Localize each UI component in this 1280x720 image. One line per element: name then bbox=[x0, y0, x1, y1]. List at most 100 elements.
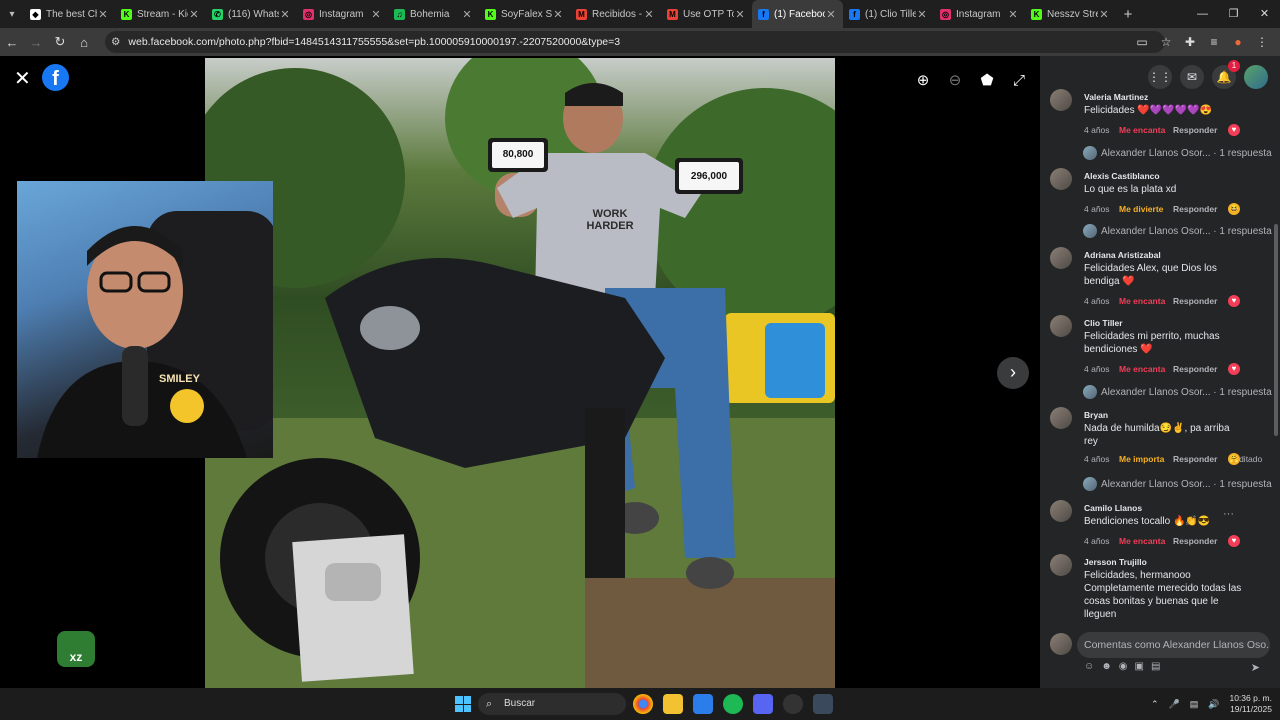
comment-more-icon[interactable]: ··· bbox=[1223, 508, 1234, 520]
site-info-icon[interactable]: ⚙ bbox=[111, 36, 120, 48]
comment-avatar[interactable] bbox=[1050, 247, 1072, 269]
spotify-icon[interactable] bbox=[723, 694, 743, 714]
comment-author[interactable]: Adriana Aristizabal bbox=[1084, 250, 1244, 260]
comment-age[interactable]: 4 años bbox=[1084, 204, 1119, 214]
reply-link[interactable]: Responder bbox=[1173, 536, 1217, 546]
browser-tab[interactable]: ◎ Instagram ✕ bbox=[934, 0, 1025, 28]
bookmark-star-icon[interactable]: ☆ bbox=[1154, 35, 1178, 49]
reaction-link[interactable]: Me encanta bbox=[1119, 536, 1173, 546]
close-window-icon[interactable]: ✕ bbox=[1249, 0, 1280, 28]
reply-link[interactable]: Responder bbox=[1173, 364, 1217, 374]
reply-link[interactable]: Responder bbox=[1173, 296, 1217, 306]
reply-link[interactable]: Responder bbox=[1173, 125, 1217, 135]
network-icon[interactable]: ▤ bbox=[1190, 699, 1199, 710]
reply-link[interactable]: Responder bbox=[1173, 204, 1217, 214]
comment-age[interactable]: 4 años bbox=[1084, 454, 1119, 464]
facebook-logo[interactable]: f bbox=[42, 64, 69, 91]
comment-avatar[interactable] bbox=[1050, 554, 1072, 576]
tab-close-icon[interactable]: ✕ bbox=[370, 8, 382, 21]
comment-age[interactable]: 4 años bbox=[1084, 536, 1119, 546]
comment-author[interactable]: Bryan bbox=[1084, 410, 1244, 420]
browser-tab[interactable]: M Use OTP To...✕ bbox=[661, 0, 752, 28]
tab-close-icon[interactable]: ✕ bbox=[188, 8, 200, 21]
comment-author[interactable]: Alexis Castiblanco bbox=[1084, 171, 1204, 181]
comment-author[interactable]: Clio Tiller bbox=[1084, 318, 1249, 328]
comment-avatar[interactable] bbox=[1050, 89, 1072, 111]
tab-close-icon[interactable]: ✕ bbox=[643, 8, 655, 21]
tag-icon[interactable]: ⬟ bbox=[976, 70, 998, 92]
discord-icon[interactable] bbox=[753, 694, 773, 714]
sticker-icon[interactable]: ▤ bbox=[1151, 661, 1160, 672]
profile-avatar-icon[interactable]: ● bbox=[1226, 35, 1250, 49]
notifications-icon[interactable]: 🔔 1 bbox=[1212, 60, 1240, 89]
account-avatar[interactable] bbox=[1244, 65, 1268, 89]
tab-search-icon[interactable]: ▾ bbox=[0, 0, 24, 28]
tab-close-icon[interactable]: ✕ bbox=[916, 8, 928, 21]
comment-author[interactable]: Jersson Trujillo bbox=[1084, 557, 1249, 567]
menu-grid-icon[interactable]: ⋮⋮ bbox=[1148, 65, 1172, 89]
reply-link[interactable]: Responder bbox=[1173, 454, 1217, 464]
fullscreen-icon[interactable]: ⤢ bbox=[1008, 70, 1030, 92]
taskbar-search[interactable]: ⌕ Buscar bbox=[478, 693, 626, 715]
tray-overflow-icon[interactable]: ⌃ bbox=[1151, 699, 1159, 710]
tab-close-icon[interactable]: ✕ bbox=[461, 8, 473, 21]
restore-icon[interactable]: ❐ bbox=[1218, 0, 1249, 28]
reload-icon[interactable]: ↻ bbox=[48, 34, 72, 50]
zoom-in-icon[interactable]: ⊕ bbox=[912, 70, 934, 92]
tab-close-icon[interactable]: ✕ bbox=[279, 8, 291, 21]
close-icon[interactable]: ✕ bbox=[14, 66, 31, 91]
zoom-out-icon[interactable]: ⊖ bbox=[944, 70, 966, 92]
cast-icon[interactable]: ▭ bbox=[1130, 35, 1154, 49]
camera-icon[interactable]: ◉ bbox=[1119, 661, 1128, 672]
chrome-icon[interactable] bbox=[633, 694, 653, 714]
forward-icon[interactable]: → bbox=[24, 35, 48, 50]
browser-tab[interactable]: ♫ Bohemia ✕ bbox=[388, 0, 479, 28]
view-replies-link[interactable]: Alexander Llanos Osor... · 1 respuesta bbox=[1083, 224, 1272, 238]
comment-avatar[interactable] bbox=[1050, 168, 1072, 190]
view-replies-link[interactable]: Alexander Llanos Osor... · 1 respuesta bbox=[1083, 146, 1272, 160]
emoji-icon[interactable]: ☻ bbox=[1101, 661, 1112, 672]
tab-close-icon[interactable]: ✕ bbox=[552, 8, 564, 21]
tab-close-icon[interactable]: ✕ bbox=[97, 8, 109, 21]
tab-close-icon[interactable]: ✕ bbox=[1007, 8, 1019, 21]
browser-tab[interactable]: K SoyFalex Stre...✕ bbox=[479, 0, 570, 28]
new-tab-button[interactable]: + bbox=[1116, 6, 1140, 23]
obs-icon[interactable] bbox=[783, 694, 803, 714]
browser-tab[interactable]: K Nesszv Strea...✕ bbox=[1025, 0, 1116, 28]
view-replies-link[interactable]: Alexander Llanos Osor... · 1 respuesta bbox=[1083, 477, 1272, 491]
reaction-link[interactable]: Me importa bbox=[1119, 454, 1173, 464]
file-explorer-icon[interactable] bbox=[663, 694, 683, 714]
gif-icon[interactable]: ▣ bbox=[1134, 661, 1143, 672]
reaction-link[interactable]: Me encanta bbox=[1119, 125, 1173, 135]
browser-tab[interactable]: ✆ (116) WhatsApp✕ bbox=[206, 0, 297, 28]
tab-close-icon[interactable]: ✕ bbox=[1098, 8, 1110, 21]
send-icon[interactable]: ➤ bbox=[1251, 661, 1260, 674]
comment-author[interactable]: Camilo Llanos bbox=[1084, 503, 1216, 513]
messenger-icon[interactable]: ✉ bbox=[1180, 65, 1204, 89]
tab-close-icon[interactable]: ✕ bbox=[825, 8, 837, 21]
reaction-link[interactable]: Me divierte bbox=[1119, 204, 1173, 214]
browser-tab[interactable]: f (1) Facebook✕ bbox=[752, 0, 843, 28]
minimize-icon[interactable]: — bbox=[1187, 0, 1218, 28]
comment-avatar[interactable] bbox=[1050, 500, 1072, 522]
comment-input[interactable]: Comentas como Alexander Llanos Oso... bbox=[1077, 632, 1270, 658]
browser-tab[interactable]: ◎ Instagram ✕ bbox=[297, 0, 388, 28]
comment-avatar[interactable] bbox=[1050, 315, 1072, 337]
back-icon[interactable]: ← bbox=[0, 35, 24, 50]
calculator-icon[interactable] bbox=[813, 694, 833, 714]
view-replies-link[interactable]: Alexander Llanos Osor... · 1 respuesta bbox=[1083, 385, 1272, 399]
tab-close-icon[interactable]: ✕ bbox=[734, 8, 746, 21]
clock[interactable]: 10:36 p. m. 19/11/2025 bbox=[1229, 693, 1272, 715]
start-icon[interactable] bbox=[455, 696, 471, 712]
comment-age[interactable]: 4 años bbox=[1084, 364, 1119, 374]
volume-icon[interactable]: 🔊 bbox=[1208, 699, 1219, 710]
comment-age[interactable]: 4 años bbox=[1084, 125, 1119, 135]
home-icon[interactable]: ⌂ bbox=[72, 35, 96, 50]
store-icon[interactable] bbox=[693, 694, 713, 714]
address-bar[interactable]: ⚙ web.facebook.com/photo.php?fbid=148451… bbox=[105, 31, 1165, 53]
microphone-icon[interactable]: 🎤 bbox=[1169, 699, 1180, 710]
avatar-sticker-icon[interactable]: ☺ bbox=[1084, 661, 1094, 672]
comment-avatar[interactable] bbox=[1050, 407, 1072, 429]
reaction-link[interactable]: Me encanta bbox=[1119, 296, 1173, 306]
menu-icon[interactable]: ⋮ bbox=[1250, 35, 1274, 49]
